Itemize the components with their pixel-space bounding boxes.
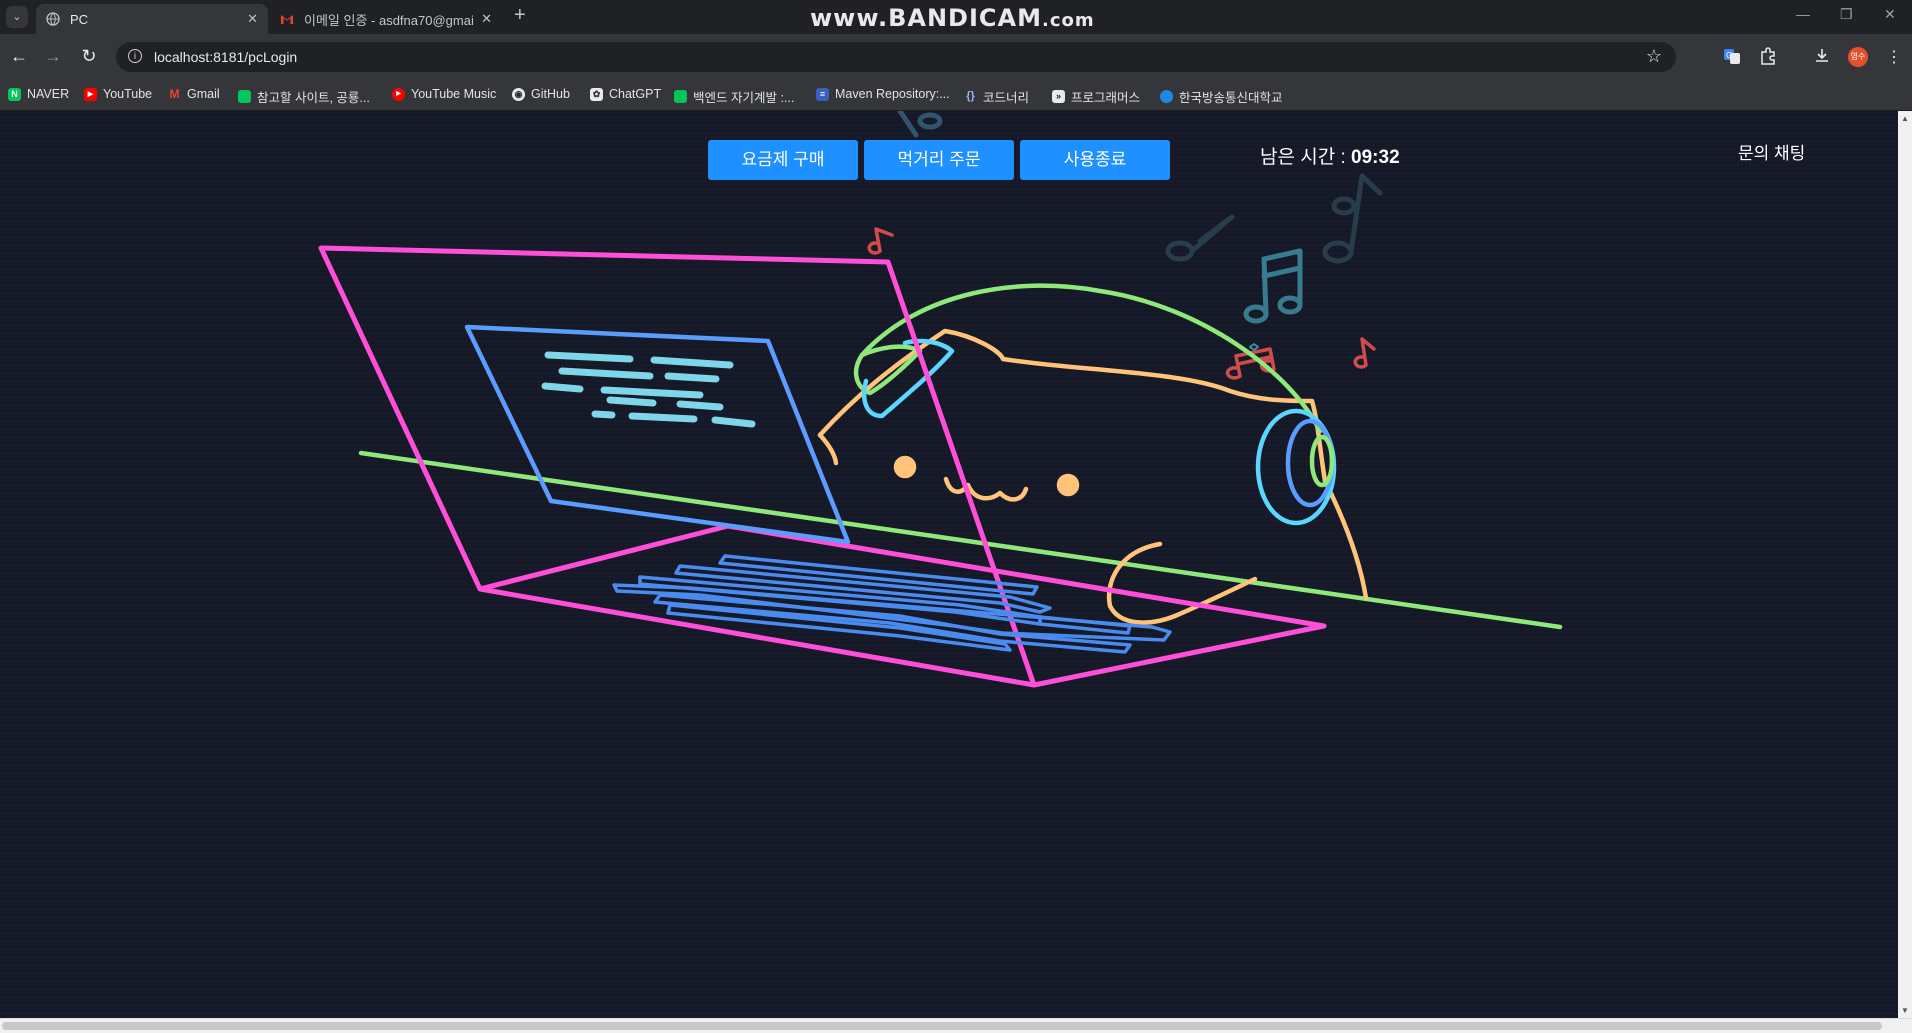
naver-icon: N (8, 87, 21, 101)
pc-login-page: 요금제 구매 먹거리 주문 사용종료 남은 시간 : 09:32 문의 채팅 (0, 111, 1898, 1018)
close-tab-icon[interactable]: ✕ (481, 11, 492, 27)
svg-text:G: G (1726, 51, 1732, 60)
code-lines (541, 351, 756, 428)
gmail-icon: M (169, 86, 180, 101)
music-note-icon (1165, 173, 1383, 264)
chatgpt-icon: ✿ (590, 87, 603, 101)
cat-laptop-illustration (318, 111, 1563, 688)
close-window-icon[interactable]: ✕ (1884, 6, 1896, 23)
restore-icon[interactable]: ❐ (1840, 6, 1853, 23)
new-tab-button[interactable]: + (514, 4, 526, 27)
bookmark-backend[interactable]: 백엔드 자기계발 :... (674, 87, 794, 106)
scrollbar-thumb[interactable] (2, 1022, 1882, 1030)
end-session-button[interactable]: 사용종료 (1020, 140, 1170, 180)
youtube-music-icon: ▶ (392, 87, 405, 101)
scroll-up-icon[interactable]: ▲ (1901, 114, 1909, 123)
tab-search-button[interactable]: ⌄ (6, 6, 28, 28)
horizontal-scrollbar[interactable] (0, 1018, 1912, 1033)
youtube-icon: ▶ (84, 87, 97, 101)
music-note-icon (1243, 248, 1303, 324)
bookmark-naver[interactable]: N NAVER (8, 87, 69, 101)
address-bar[interactable]: i localhost:8181/pcLogin ☆ (116, 42, 1676, 72)
watermark: www.BANDICAM.com (810, 4, 1095, 32)
bookmark-star-icon[interactable]: ☆ (1646, 46, 1662, 67)
inquiry-chat-link[interactable]: 문의 채팅 (1738, 139, 1805, 164)
code-icon: {} (966, 90, 975, 102)
remaining-time-label: 남은 시간 : (1260, 147, 1346, 168)
scroll-down-icon[interactable]: ▼ (1901, 1006, 1909, 1015)
minimize-icon[interactable]: — (1796, 6, 1810, 22)
menu-icon[interactable]: ⋮ (1884, 47, 1904, 67)
extensions-icon[interactable] (1758, 47, 1778, 67)
bookmark-codenary[interactable]: {} 코드너리 (964, 87, 1029, 106)
tab-email[interactable]: 이메일 인증 - asdfna70@gmai ✕ (270, 4, 502, 34)
reload-icon[interactable]: ↻ (78, 46, 100, 67)
github-icon: ◉ (512, 87, 525, 101)
bookmark-reference-sites[interactable]: 참고할 사이트, 공룡... (238, 87, 370, 106)
bookmark-gmail[interactable]: M Gmail (168, 87, 220, 101)
keyboard (612, 554, 1172, 654)
profile-avatar[interactable]: 영수 (1848, 47, 1868, 67)
url-text[interactable]: localhost:8181/pcLogin (154, 49, 297, 65)
forward-icon[interactable]: → (42, 46, 64, 67)
tab-title: PC (70, 11, 89, 27)
browser-toolbar: ← → ↻ i localhost:8181/pcLogin ☆ G 영수 ⋮ (0, 34, 1912, 80)
remaining-time-value: 09:32 (1351, 147, 1400, 168)
bookmark-chatgpt[interactable]: ✿ ChatGPT (590, 87, 661, 101)
site-info-icon[interactable]: i (128, 49, 142, 63)
knou-icon (1160, 90, 1173, 103)
bookmark-maven[interactable]: ≡ Maven Repository:... (816, 87, 950, 101)
tab-pc[interactable]: PC ✕ (36, 4, 268, 34)
vertical-scrollbar[interactable]: ▲ ▼ (1898, 111, 1912, 1018)
bookmark-programmers[interactable]: » 프로그래머스 (1052, 87, 1140, 106)
bookmark-github[interactable]: ◉ GitHub (512, 87, 570, 101)
close-tab-icon[interactable]: ✕ (247, 11, 258, 27)
tab-title: 이메일 인증 - asdfna70@gmai (304, 12, 474, 28)
bookmark-youtube[interactable]: ▶ YouTube (84, 87, 152, 101)
maven-icon: ≡ (816, 87, 829, 101)
cat-body (817, 328, 1369, 625)
remaining-time: 남은 시간 : 09:32 (1260, 142, 1400, 169)
translate-icon[interactable]: G (1722, 47, 1742, 67)
bookmarks-bar: N NAVER ▶ YouTube M Gmail 참고할 사이트, 공룡... ▶ Y… (0, 80, 1912, 111)
gmail-icon (280, 12, 294, 26)
download-icon[interactable] (1812, 47, 1832, 67)
bookmark-youtube-music[interactable]: ▶ YouTube Music (392, 87, 496, 101)
back-icon[interactable]: ← (8, 46, 30, 67)
globe-icon (46, 12, 60, 26)
folder-icon (674, 90, 687, 103)
bookmark-knou[interactable]: 한국방송통신대학교 (1160, 87, 1283, 106)
programmers-icon: » (1052, 90, 1065, 103)
order-food-button[interactable]: 먹거리 주문 (864, 140, 1014, 180)
folder-icon (238, 90, 251, 103)
music-note-icon (897, 111, 943, 138)
purchase-plan-button[interactable]: 요금제 구매 (708, 140, 858, 180)
tab-bar: ⌄ PC ✕ 이메일 인증 - asdfna70@gmai ✕ + www.BA… (0, 0, 1912, 34)
